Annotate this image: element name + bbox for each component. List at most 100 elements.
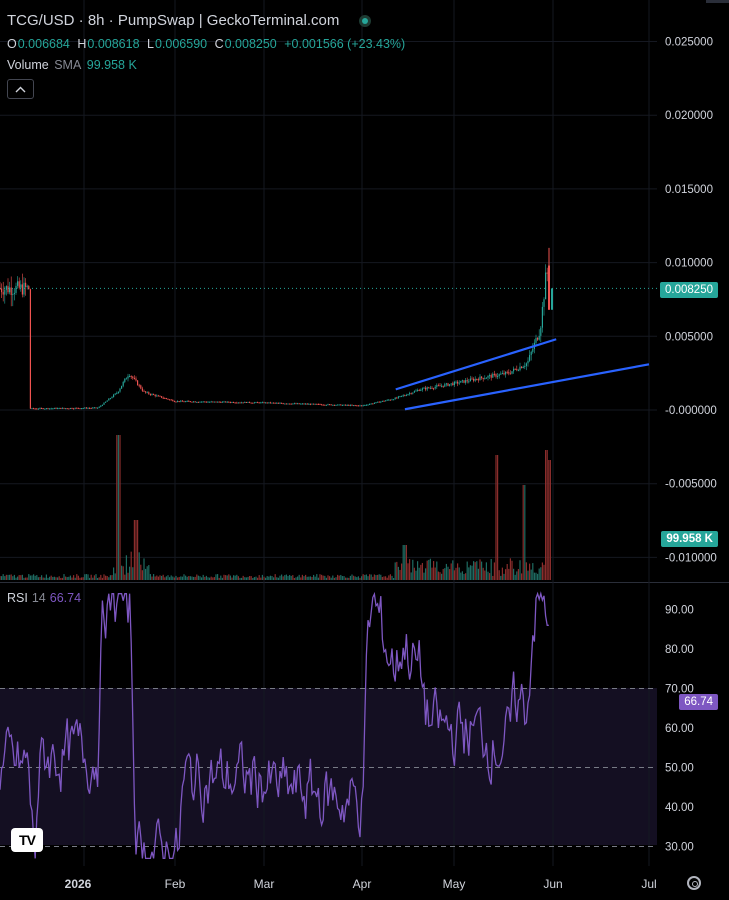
candle-body	[394, 397, 396, 400]
volume-bar	[173, 577, 175, 580]
volume-bar	[445, 563, 447, 580]
candle-body	[340, 404, 342, 406]
volume-bar	[434, 567, 436, 580]
candle-body	[17, 281, 19, 286]
volume-bar	[367, 576, 369, 580]
candle-body	[37, 408, 39, 410]
volume-bar	[20, 575, 22, 580]
candle-body	[469, 378, 471, 382]
volume-bar	[57, 577, 59, 580]
volume-bar	[465, 573, 467, 580]
volume-bar	[47, 577, 49, 580]
candle-body	[444, 384, 446, 387]
volume-bar	[417, 561, 419, 580]
volume-bar	[161, 575, 163, 580]
volume-bar	[401, 563, 403, 580]
volume-bar	[255, 576, 257, 580]
volume-bar	[265, 577, 267, 580]
volume-bar	[242, 575, 244, 580]
candle-body	[5, 286, 7, 290]
volume-bar	[137, 520, 139, 580]
candle-body	[269, 402, 271, 404]
volume-bar	[109, 575, 111, 580]
volume-bar	[509, 558, 511, 580]
candle-body	[428, 387, 430, 389]
volume-bar	[58, 576, 60, 580]
volume-bar	[471, 565, 473, 580]
candle-body	[359, 405, 361, 407]
candle-body	[146, 392, 148, 394]
volume-bar	[13, 574, 15, 580]
volume-bar	[292, 575, 294, 580]
volume-bar	[93, 575, 95, 580]
volume-bar	[68, 576, 70, 580]
volume-bar	[167, 575, 169, 580]
candle-body	[149, 393, 151, 395]
rsi-value: 66.74	[49, 591, 82, 605]
candle-body	[47, 408, 49, 410]
candle-body	[354, 405, 356, 407]
volume-bar	[506, 563, 508, 580]
volume-bar	[370, 574, 372, 580]
volume-bar	[76, 574, 78, 580]
candle-body	[489, 375, 491, 377]
volume-bar	[252, 577, 254, 580]
volume-bar	[525, 562, 527, 580]
candle-body	[453, 381, 455, 386]
settings-gear-icon[interactable]	[687, 876, 701, 890]
volume-bar	[207, 577, 209, 580]
volume-bar	[535, 572, 537, 580]
candle-body	[537, 337, 539, 340]
candle-body	[271, 402, 273, 404]
candle-body	[380, 401, 382, 403]
candle-body	[426, 387, 428, 390]
volume-bar	[28, 574, 30, 580]
candle-body	[121, 385, 123, 389]
volume-bar	[258, 575, 260, 580]
candle-body	[325, 404, 327, 406]
chart-canvas[interactable]: 0.025000 0.020000 0.015000 0.010000 0.005000…	[0, 0, 729, 900]
volume-bar	[79, 577, 81, 580]
candle-body	[305, 403, 307, 405]
candle-body	[319, 403, 321, 405]
volume-bar	[452, 560, 454, 580]
time-axis-label: Jul	[641, 877, 656, 891]
volume-bar	[361, 576, 363, 580]
volume-bar	[268, 576, 270, 580]
volume-bar	[359, 577, 361, 580]
candle-body	[117, 391, 119, 393]
candle-body	[162, 397, 164, 399]
candle-body	[234, 402, 236, 404]
candle-body	[330, 404, 332, 406]
candle-body	[133, 378, 135, 380]
volume-bar	[469, 565, 471, 580]
collapse-legend-button[interactable]	[7, 79, 34, 99]
volume-bar	[52, 576, 54, 580]
volume-bar	[129, 566, 131, 580]
candle-body	[500, 373, 502, 375]
volume-bar	[193, 576, 195, 580]
volume-bar	[351, 574, 353, 580]
candle-body	[273, 402, 275, 404]
tradingview-logo[interactable]: TV	[11, 828, 43, 852]
volume-bar	[204, 576, 206, 580]
rsi-axis-label: 90.00	[665, 605, 694, 617]
candle-body	[425, 387, 427, 390]
volume-bar	[4, 576, 6, 580]
candle-body	[129, 376, 131, 378]
volume-bar	[164, 577, 166, 580]
candle-body	[61, 407, 63, 409]
candle-body	[516, 368, 518, 371]
low-value: 0.006590	[154, 37, 208, 51]
price-axis-label: 0.020000	[665, 110, 713, 122]
volume-bar	[530, 569, 532, 580]
volume-bar	[505, 569, 507, 580]
volume-bar	[237, 576, 239, 580]
volume-bar	[410, 572, 412, 580]
volume-bar	[324, 575, 326, 580]
candle-body	[242, 402, 244, 404]
volume-bar	[433, 561, 435, 580]
volume-bar	[105, 575, 107, 580]
candle-body	[369, 404, 371, 406]
volume-bar	[338, 575, 340, 580]
